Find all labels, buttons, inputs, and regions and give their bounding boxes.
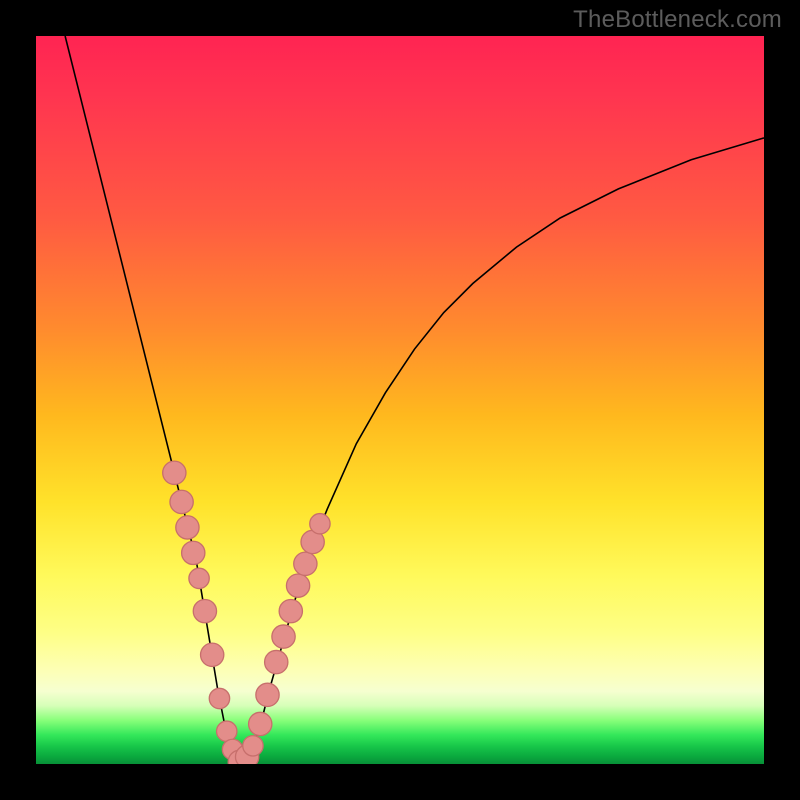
curve-marker bbox=[243, 736, 263, 756]
curve-marker bbox=[294, 552, 317, 575]
curve-marker bbox=[182, 541, 205, 564]
plot-area bbox=[36, 36, 764, 764]
chart-stage: TheBottleneck.com bbox=[0, 0, 800, 800]
curve-marker bbox=[163, 461, 186, 484]
bottleneck-curve bbox=[65, 36, 764, 764]
curve-marker bbox=[249, 712, 272, 735]
curve-marker bbox=[201, 643, 224, 666]
curve-layer bbox=[36, 36, 764, 764]
curve-marker bbox=[217, 721, 237, 741]
curve-marker bbox=[176, 516, 199, 539]
curve-marker bbox=[272, 625, 295, 648]
curve-marker bbox=[193, 599, 216, 622]
curve-marker bbox=[279, 599, 302, 622]
curve-marker bbox=[265, 650, 288, 673]
curve-marker bbox=[170, 490, 193, 513]
curve-marker bbox=[256, 683, 279, 706]
curve-marker bbox=[310, 514, 330, 534]
marker-group bbox=[163, 461, 330, 764]
curve-marker bbox=[209, 688, 229, 708]
curve-marker bbox=[286, 574, 309, 597]
watermark-text: TheBottleneck.com bbox=[573, 6, 782, 34]
curve-marker bbox=[189, 568, 209, 588]
